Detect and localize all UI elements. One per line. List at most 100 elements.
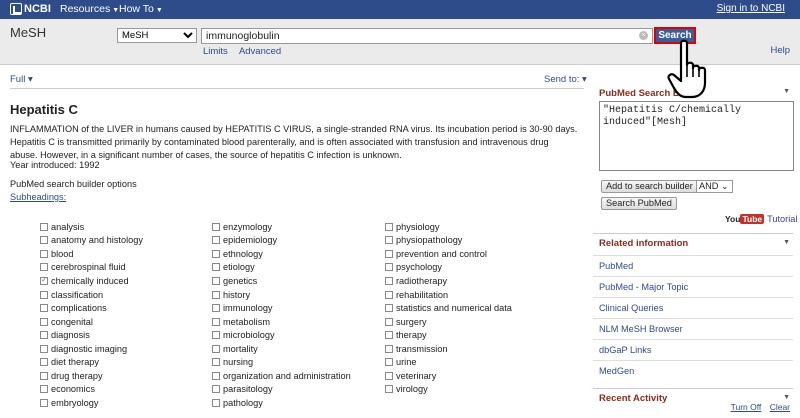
checkbox[interactable] (212, 276, 220, 285)
checkbox[interactable] (385, 317, 393, 326)
clear-search-icon[interactable]: × (639, 31, 648, 40)
subheading-checkbox-row[interactable]: blood (40, 247, 143, 261)
subheading-checkbox-row[interactable]: prevention and control (385, 247, 512, 261)
subheading-checkbox-row[interactable]: radiotherapy (385, 274, 512, 288)
subheading-checkbox-row[interactable]: embryology (40, 396, 143, 410)
checkbox[interactable] (212, 290, 220, 299)
subheading-checkbox-row[interactable]: enzymology (212, 220, 351, 234)
operator-select[interactable]: AND ⌄ (696, 180, 733, 193)
subheading-checkbox-row[interactable]: pathology (212, 396, 351, 410)
checkbox[interactable] (40, 331, 48, 340)
checkbox[interactable] (385, 236, 393, 245)
subheading-checkbox-row[interactable]: physiopathology (385, 234, 512, 248)
checkbox[interactable] (212, 236, 220, 245)
checkbox[interactable] (40, 344, 48, 353)
checkbox[interactable] (212, 344, 220, 353)
checkbox[interactable] (40, 222, 48, 231)
checkbox[interactable] (385, 385, 393, 394)
subheading-checkbox-row[interactable]: nursing (212, 355, 351, 369)
subheading-checkbox-row[interactable]: ethnology (212, 247, 351, 261)
checkbox[interactable] (385, 249, 393, 258)
checkbox[interactable] (40, 398, 48, 407)
checkbox[interactable] (40, 290, 48, 299)
checkbox[interactable] (212, 358, 220, 367)
subheading-checkbox-row[interactable]: drug therapy (40, 369, 143, 383)
youtube-tutorial-link[interactable]: You Tube Tutorial (725, 214, 797, 224)
subheading-checkbox-row[interactable]: rehabilitation (385, 288, 512, 302)
subheading-checkbox-row[interactable]: microbiology (212, 328, 351, 342)
related-link[interactable]: PubMed - Major Topic (593, 276, 793, 297)
subheading-checkbox-row[interactable]: etiology (212, 261, 351, 275)
subheading-checkbox-row[interactable]: veterinary (385, 369, 512, 383)
subheading-checkbox-row[interactable]: immunology (212, 301, 351, 315)
checkbox[interactable] (212, 371, 220, 380)
search-pubmed-button[interactable]: Search PubMed (601, 197, 677, 210)
checkbox[interactable] (212, 331, 220, 340)
subheading-checkbox-row[interactable]: chemically induced (40, 274, 143, 288)
subheading-checkbox-row[interactable]: history (212, 288, 351, 302)
subheading-checkbox-row[interactable]: analysis (40, 220, 143, 234)
help-link[interactable]: Help (770, 45, 790, 56)
turn-off-link[interactable]: Turn Off (731, 402, 762, 412)
related-link[interactable]: PubMed (593, 255, 793, 276)
search-input[interactable]: immunoglobulin (201, 28, 653, 44)
related-link[interactable]: Clinical Queries (593, 297, 793, 318)
send-to-menu[interactable]: Send to: ▾ (544, 74, 587, 85)
advanced-link[interactable]: Advanced (239, 46, 281, 57)
checkbox[interactable] (40, 358, 48, 367)
checkbox[interactable] (385, 222, 393, 231)
subheading-checkbox-row[interactable]: diet therapy (40, 355, 143, 369)
subheading-checkbox-row[interactable]: genetics (212, 274, 351, 288)
subheading-checkbox-row[interactable]: metabolism (212, 315, 351, 329)
checkbox[interactable] (212, 304, 220, 313)
limits-link[interactable]: Limits (203, 46, 228, 57)
checkbox[interactable] (40, 385, 48, 394)
checkbox[interactable] (385, 344, 393, 353)
subheading-checkbox-row[interactable]: therapy (385, 328, 512, 342)
related-link[interactable]: MedGen (593, 360, 793, 381)
checkbox[interactable] (40, 249, 48, 258)
add-to-search-builder-button[interactable]: Add to search builder (601, 180, 698, 193)
subheadings-link[interactable]: Subheadings: (10, 192, 66, 202)
checkbox[interactable] (385, 276, 393, 285)
subheading-checkbox-row[interactable]: psychology (385, 261, 512, 275)
subheading-checkbox-row[interactable]: surgery (385, 315, 512, 329)
collapse-icon[interactable]: ▼ (783, 239, 790, 246)
checkbox[interactable] (385, 331, 393, 340)
checkbox[interactable] (385, 358, 393, 367)
subheading-checkbox-row[interactable]: epidemiology (212, 234, 351, 248)
checkbox[interactable] (385, 290, 393, 299)
clear-link[interactable]: Clear (770, 402, 790, 412)
checkbox[interactable] (212, 263, 220, 272)
subheading-checkbox-row[interactable]: organization and administration (212, 369, 351, 383)
collapse-icon[interactable]: ▼ (783, 88, 790, 95)
checkbox[interactable] (212, 398, 220, 407)
subheading-checkbox-row[interactable]: diagnosis (40, 328, 143, 342)
subheading-checkbox-row[interactable]: anatomy and histology (40, 234, 143, 248)
checkbox[interactable] (212, 385, 220, 394)
format-menu[interactable]: Full ▾ (10, 74, 33, 85)
subheading-checkbox-row[interactable]: parasitology (212, 383, 351, 397)
checkbox[interactable] (212, 249, 220, 258)
checkbox[interactable] (212, 222, 220, 231)
checkbox[interactable] (40, 317, 48, 326)
howto-menu[interactable]: How To ▼ (119, 3, 163, 15)
checkbox[interactable] (385, 263, 393, 272)
subheading-checkbox-row[interactable]: mortality (212, 342, 351, 356)
subheading-checkbox-row[interactable]: classification (40, 288, 143, 302)
checkbox[interactable] (40, 263, 48, 272)
checkbox[interactable] (40, 236, 48, 245)
ncbi-logo[interactable]: NCBI (10, 3, 51, 15)
subheading-checkbox-row[interactable]: statistics and numerical data (385, 301, 512, 315)
subheading-checkbox-row[interactable]: virology (385, 383, 512, 397)
checkbox[interactable] (40, 304, 48, 313)
related-link[interactable]: dbGaP Links (593, 339, 793, 360)
database-select[interactable]: MeSH (117, 28, 197, 43)
resources-menu[interactable]: Resources ▼ (60, 3, 119, 15)
subheading-checkbox-row[interactable]: diagnostic imaging (40, 342, 143, 356)
search-builder-textarea[interactable]: "Hepatitis C/chemically induced"[Mesh] (599, 101, 794, 171)
subheading-checkbox-row[interactable]: congenital (40, 315, 143, 329)
subheading-checkbox-row[interactable]: economics (40, 383, 143, 397)
subheading-checkbox-row[interactable]: cerebrospinal fluid (40, 261, 143, 275)
checkbox[interactable] (212, 317, 220, 326)
